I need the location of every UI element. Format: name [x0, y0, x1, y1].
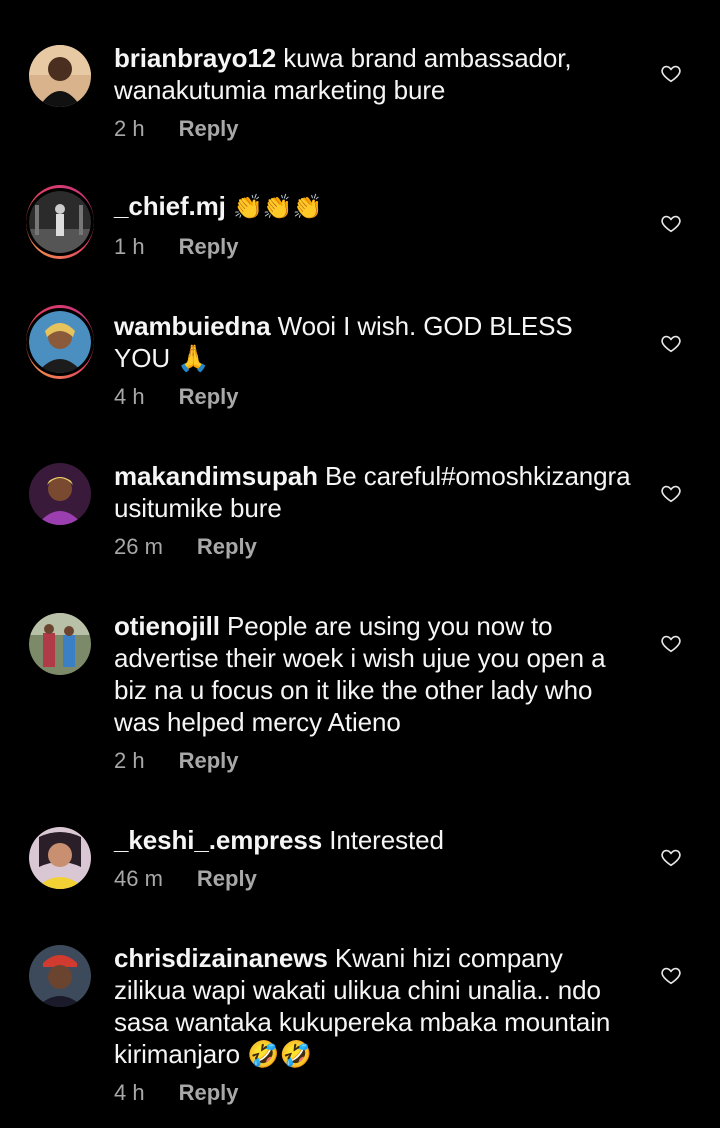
reply-button[interactable]: Reply: [197, 866, 257, 892]
avatar[interactable]: [26, 305, 94, 379]
comment-time: 2 h: [114, 748, 145, 773]
avatar[interactable]: [26, 942, 94, 1010]
heart-icon[interactable]: [660, 212, 682, 234]
reply-button[interactable]: Reply: [197, 534, 257, 560]
comment-username[interactable]: makandimsupah: [114, 461, 318, 491]
comment-text: 👏👏👏: [232, 194, 323, 221]
comment-username[interactable]: _keshi_.empress: [114, 825, 322, 855]
comment-time: 46 m: [114, 866, 163, 891]
comment-time: 26 m: [114, 534, 163, 559]
reply-button[interactable]: Reply: [179, 116, 239, 142]
comment-username[interactable]: _chief.mj: [114, 191, 226, 221]
comment-username[interactable]: otienojill: [114, 611, 220, 641]
comment-text: Interested: [329, 825, 444, 855]
avatar[interactable]: [26, 824, 94, 892]
heart-icon[interactable]: [660, 846, 682, 868]
avatar[interactable]: [26, 610, 94, 678]
heart-icon[interactable]: [660, 332, 682, 354]
comment-time: 4 h: [114, 1080, 145, 1105]
comment-time: 4 h: [114, 384, 145, 409]
reply-button[interactable]: Reply: [179, 1080, 239, 1106]
comment-time: 1 h: [114, 234, 145, 259]
comment-time: 2 h: [114, 116, 145, 141]
reply-button[interactable]: Reply: [179, 748, 239, 774]
avatar[interactable]: [26, 460, 94, 528]
avatar[interactable]: [26, 42, 94, 110]
comment-username[interactable]: wambuiedna: [114, 311, 271, 341]
reply-button[interactable]: Reply: [179, 234, 239, 260]
comment-username[interactable]: brianbrayo12: [114, 43, 276, 73]
avatar[interactable]: [26, 185, 94, 259]
heart-icon[interactable]: [660, 62, 682, 84]
heart-icon[interactable]: [660, 632, 682, 654]
reply-button[interactable]: Reply: [179, 384, 239, 410]
heart-icon[interactable]: [660, 964, 682, 986]
comment-username[interactable]: chrisdizainanews: [114, 943, 328, 973]
heart-icon[interactable]: [660, 482, 682, 504]
